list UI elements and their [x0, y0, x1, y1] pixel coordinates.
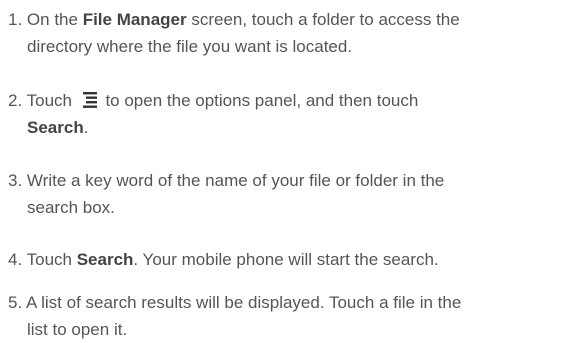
step-4: 4. Touch Search. Your mobile phone will … — [8, 246, 564, 273]
step-continuation: directory where the file you want is loc… — [27, 37, 353, 56]
step-text: Touch — [26, 91, 72, 110]
step-bold-text: Search — [27, 118, 84, 137]
step-text: . — [83, 118, 89, 137]
menu-options-icon — [82, 92, 97, 108]
step-text: Touch — [26, 250, 77, 269]
step-bold-text: File Manager — [82, 10, 187, 29]
step-1: 1. On the File Manager screen, touch a f… — [8, 6, 564, 60]
step-continuation: Search. — [8, 114, 564, 141]
step-number: 4. — [8, 250, 23, 269]
step-text: A list of search results will be display… — [25, 293, 462, 312]
step-number: 3. — [8, 171, 23, 190]
step-text: On the — [26, 10, 83, 29]
step-text: Write a key word of the name of your fil… — [26, 171, 445, 190]
step-text: . Your mobile phone will start the searc… — [133, 250, 439, 269]
step-2: 2. Touch to open the options panel, and … — [8, 87, 564, 141]
step-number: 1. — [8, 10, 23, 29]
step-bold-text: Search — [76, 250, 134, 269]
step-number: 2. — [8, 91, 23, 110]
step-text: to open the options panel, and then touc… — [105, 91, 419, 110]
step-text: screen, touch a folder to access the — [186, 10, 460, 29]
step-continuation: list to open it. — [27, 320, 128, 339]
step-continuation: search box. — [27, 198, 115, 217]
step-number: 5. — [8, 293, 23, 312]
step-3: 3. Write a key word of the name of your … — [8, 167, 564, 221]
